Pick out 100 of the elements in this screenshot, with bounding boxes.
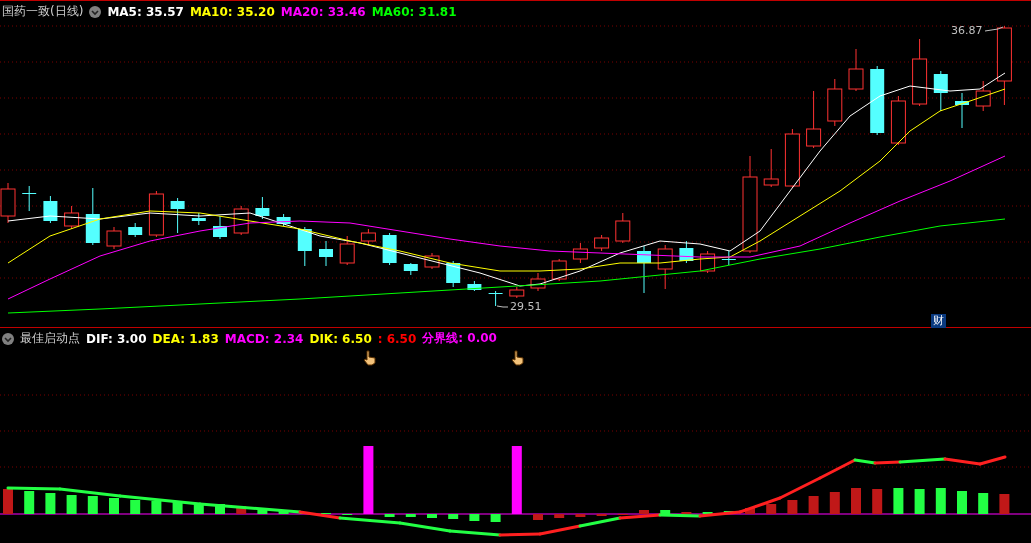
leader-line [984,26,1004,32]
candlestick [339,235,355,266]
indicator-value: MA20: 33.46 [280,4,366,19]
candlestick [467,280,482,292]
candlestick [890,95,906,146]
indicator-value: MACD: 2.34 [224,331,304,346]
chart-title: 国药一致(日线) [2,3,84,20]
histogram-bar [490,514,501,522]
candlestick [276,213,291,227]
candlestick [615,212,631,244]
histogram-bar [66,495,77,514]
leader-line [496,305,509,308]
histogram-bar [172,502,183,514]
histogram-bar [109,498,119,514]
indicator-title: 最佳启动点 [20,330,80,347]
histogram-bar [257,508,268,514]
histogram-bar [87,496,98,514]
candlestick [679,240,694,264]
candlestick [191,212,206,226]
candlestick [572,242,588,264]
histogram-bar [999,494,1010,514]
histogram-bar [978,493,989,514]
histogram-bar [151,501,162,514]
histogram-bar [45,493,56,514]
candlestick [806,90,822,149]
candlestick [382,232,397,266]
indicator-value: DIF: 3.00 [86,331,147,346]
dropdown-icon[interactable] [89,5,102,18]
histogram-bar [278,510,289,514]
candlestick [213,215,227,240]
candlestick [148,190,164,238]
histogram-bar [130,500,141,514]
candlestick [106,226,122,250]
histogram-bar [405,514,416,517]
histogram-bar [660,510,671,514]
histogram-bar [893,488,904,514]
candlestick [297,226,312,267]
candlestick [657,244,673,290]
histogram-bar [872,489,883,514]
histogram-bar [3,489,13,514]
histogram-bar [766,504,777,514]
candlestick [128,222,143,238]
candlestick [827,78,843,127]
candlestick [446,260,461,288]
histogram-bar [384,514,395,517]
histogram-bar [829,492,840,514]
candlestick [763,148,779,188]
candlestick [22,185,37,212]
candlestick [721,250,736,266]
histogram-bar [533,514,543,520]
candlestick [255,196,270,220]
histogram-bar [363,446,374,514]
candlestick [509,286,525,299]
candlestick [64,205,80,230]
dropdown-icon[interactable] [2,332,14,345]
indicator-value: MA60: 31.81 [371,4,457,19]
histogram-bar [851,488,861,514]
candlestick [637,245,651,294]
candlestick [848,48,864,92]
candlestick [870,65,885,136]
histogram-bar [427,514,437,518]
hand-pointer-icon [363,350,377,366]
price-label: 29.51 [510,300,542,313]
indicator-value: MA5: 35.57 [107,4,184,19]
histogram-bar [511,446,522,514]
indicator-value: 分界线: 0.00 [422,330,497,347]
candlestick [551,258,567,282]
indicator-value: MA10: 35.20 [189,4,275,19]
indicator-value: DIK: 6.50 [309,331,372,346]
candlestick [975,80,991,112]
candlestick [0,182,16,224]
candlestick [170,197,185,234]
histogram-bar [575,514,586,517]
candlestick [488,290,503,307]
hand-pointer-icon [511,350,525,366]
histogram-bar [935,488,946,514]
histogram-bar [808,496,819,514]
histogram-bar [193,503,204,514]
histogram-bar [639,510,649,514]
candlestick [530,272,546,292]
candlestick [594,234,610,252]
candlestick [43,195,58,224]
candlestick [319,240,333,267]
histogram-bar [745,508,755,514]
histogram-bar [448,514,459,519]
indicator-value: : 6.50 [377,331,417,346]
histogram-bar [914,489,925,514]
candlestick [955,92,969,129]
candlestick [933,70,948,112]
candlestick [784,128,800,189]
histogram-bar [24,491,35,514]
histogram-bar [787,500,798,514]
indicator-value: DEA: 1.83 [152,331,219,346]
histogram-bar [554,514,565,518]
candlestick [85,187,100,246]
histogram-bar [236,506,247,514]
candlestick [912,38,928,107]
candlestick [424,252,440,270]
finance-badge[interactable]: 财 [931,314,946,328]
histogram-bar [215,504,225,514]
